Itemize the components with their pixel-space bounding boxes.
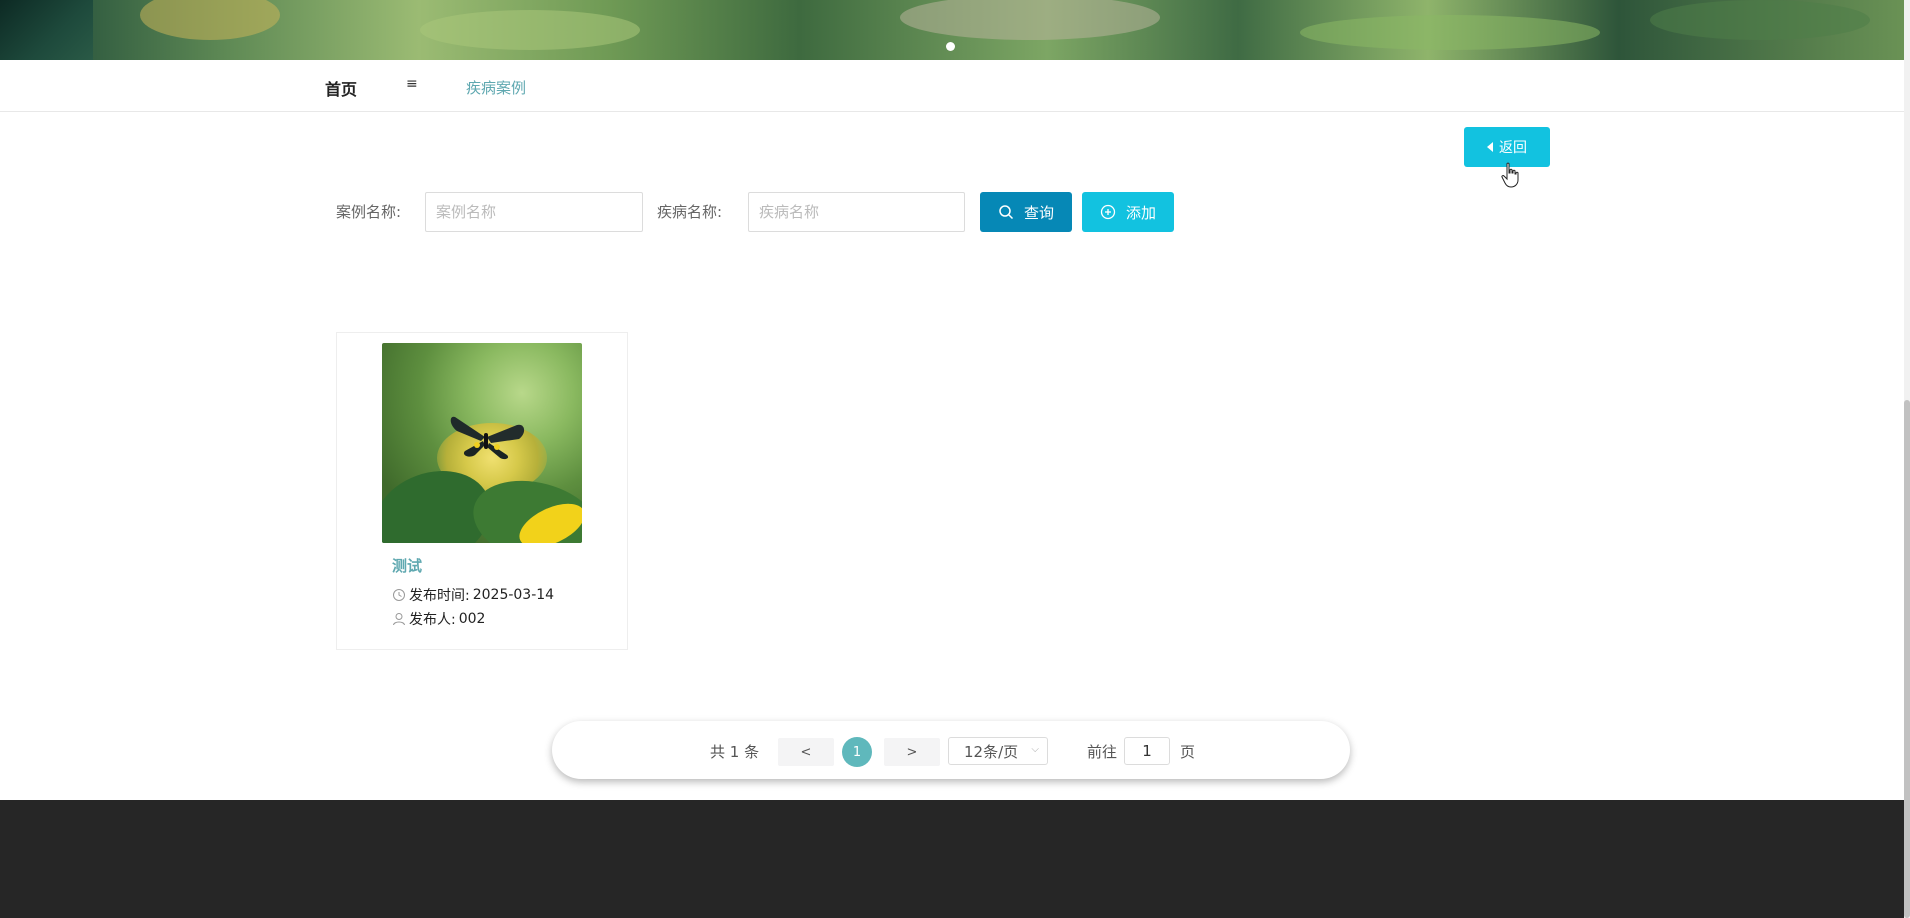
- back-button[interactable]: 返回: [1464, 127, 1550, 167]
- page-number-current[interactable]: 1: [842, 737, 872, 767]
- disease-name-input[interactable]: [748, 192, 965, 232]
- scrollbar-track[interactable]: [1904, 0, 1910, 918]
- add-button-label: 添加: [1125, 203, 1156, 222]
- hand-cursor-icon: [1501, 162, 1519, 188]
- publish-time-label: 发布时间:: [409, 588, 470, 604]
- pagination: 共 1 条 < 1 > 12条/页 ⌵ 前往 页: [552, 721, 1350, 779]
- breadcrumb-disease-cases[interactable]: 疾病案例: [466, 77, 526, 98]
- nav-home-link[interactable]: 首页: [325, 76, 357, 100]
- goto-label: 前往: [1087, 743, 1118, 761]
- scrollbar-thumb[interactable]: [1904, 400, 1910, 918]
- header-banner: [0, 0, 1904, 60]
- banner-leaf-shape: [1650, 0, 1870, 40]
- case-publish-time: 发布时间: 2025-03-14: [392, 585, 554, 605]
- banner-leaf-shape: [1300, 15, 1600, 50]
- disease-name-label: 疾病名称:: [657, 203, 723, 221]
- case-name-label: 案例名称:: [336, 203, 402, 221]
- goto-page-input[interactable]: [1124, 737, 1170, 765]
- banner-leaf-shape: [900, 0, 1160, 40]
- case-title[interactable]: 测试: [392, 555, 422, 576]
- page-size-select[interactable]: 12条/页 ⌵: [948, 737, 1048, 765]
- top-nav: 首页 ≡ 疾病案例: [0, 60, 1904, 112]
- case-card[interactable]: 测试 发布时间: 2025-03-14 发布人: 002: [336, 332, 628, 650]
- user-icon: [393, 613, 405, 626]
- publish-time-value: 2025-03-14: [472, 587, 555, 603]
- search-icon: [999, 205, 1014, 220]
- query-button[interactable]: 查询: [980, 192, 1072, 232]
- query-button-label: 查询: [1023, 203, 1054, 222]
- next-page-button[interactable]: >: [884, 738, 940, 766]
- menu-icon[interactable]: ≡: [406, 76, 418, 92]
- case-publisher: 发布人: 002: [392, 609, 485, 629]
- clock-icon: [393, 589, 405, 601]
- page-size-value: 12条/页: [964, 742, 1019, 761]
- caret-left-icon: [1487, 142, 1493, 152]
- publisher-value: 002: [458, 611, 486, 627]
- butterfly-icon: [450, 416, 525, 460]
- publisher-label: 发布人:: [409, 612, 456, 628]
- chevron-down-icon: ⌵: [1031, 744, 1039, 755]
- case-name-input[interactable]: [425, 192, 643, 232]
- page-unit-label: 页: [1180, 743, 1196, 761]
- case-thumbnail[interactable]: [382, 343, 582, 543]
- banner-leaf-shape: [140, 0, 280, 40]
- plus-circle-icon: [1100, 204, 1116, 220]
- carousel-indicator-dot[interactable]: [946, 42, 955, 51]
- back-button-label: 返回: [1499, 140, 1527, 156]
- banner-dark-leaf: [0, 0, 93, 60]
- footer: [0, 800, 1904, 918]
- pagination-total: 共 1 条: [710, 743, 760, 761]
- prev-page-button[interactable]: <: [778, 738, 834, 766]
- banner-leaf-shape: [420, 10, 640, 50]
- add-button[interactable]: 添加: [1082, 192, 1174, 232]
